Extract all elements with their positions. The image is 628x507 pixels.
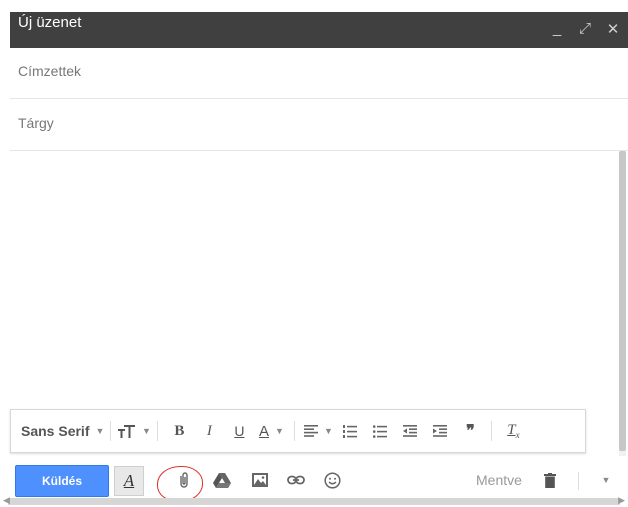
recipients-field[interactable]: Címzettek bbox=[10, 48, 628, 100]
discard-draft-button[interactable] bbox=[538, 466, 562, 494]
formatting-toolbar: Sans Serif ▼ ▼ B I U A ▼ ▼ ❞ Tx bbox=[10, 409, 586, 453]
bold-button[interactable]: B bbox=[164, 410, 194, 452]
quote-icon: ❞ bbox=[466, 423, 475, 440]
font-family-value: Sans Serif bbox=[21, 423, 90, 439]
indent-more-button[interactable] bbox=[425, 410, 455, 452]
photo-icon bbox=[252, 473, 268, 487]
horizontal-scrollbar[interactable]: ◀ ▶ bbox=[3, 495, 625, 505]
remove-formatting-button[interactable]: Tx bbox=[498, 410, 528, 452]
compose-window: Új üzenet _ ⤢ ✕ Címzettek Tárgy Sans Ser… bbox=[0, 0, 628, 507]
message-body[interactable] bbox=[10, 151, 618, 409]
chevron-down-icon: ▼ bbox=[141, 426, 151, 436]
bold-icon: B bbox=[174, 422, 185, 439]
toolbar-divider bbox=[157, 421, 159, 441]
compose-title: Új üzenet bbox=[18, 14, 82, 31]
indent-more-icon bbox=[433, 425, 448, 437]
send-button[interactable]: Küldés bbox=[15, 465, 109, 497]
insert-photo-button[interactable] bbox=[246, 466, 274, 494]
numbered-list-button[interactable] bbox=[335, 410, 365, 452]
insert-emoji-button[interactable] bbox=[318, 466, 346, 494]
window-controls: _ ⤢ ✕ bbox=[550, 20, 620, 38]
font-size-icon bbox=[117, 425, 135, 438]
font-family-select[interactable]: Sans Serif ▼ bbox=[11, 410, 104, 452]
indent-less-button[interactable] bbox=[395, 410, 425, 452]
toolbar-divider bbox=[110, 421, 112, 441]
font-size-button[interactable]: ▼ bbox=[117, 410, 151, 452]
save-status: Mentve bbox=[476, 472, 522, 488]
link-icon bbox=[287, 475, 305, 485]
insert-link-button[interactable] bbox=[282, 466, 310, 494]
toolbar-divider bbox=[294, 421, 296, 441]
trash-icon bbox=[544, 472, 556, 488]
chevron-down-icon: ▼ bbox=[95, 426, 105, 436]
text-format-icon: A bbox=[123, 471, 135, 490]
scrollbar-thumb[interactable] bbox=[619, 151, 626, 451]
underline-icon: U bbox=[234, 423, 245, 439]
close-icon[interactable]: ✕ bbox=[606, 20, 620, 38]
chevron-down-icon: ▼ bbox=[274, 426, 284, 436]
chevron-down-icon: ▼ bbox=[601, 475, 611, 485]
recipients-input[interactable] bbox=[10, 48, 628, 100]
fullscreen-icon[interactable]: ⤢ bbox=[578, 20, 592, 38]
subject-field[interactable]: Tárgy bbox=[10, 100, 628, 152]
scroll-right-icon[interactable]: ▶ bbox=[618, 495, 625, 506]
text-color-button[interactable]: A ▼ bbox=[254, 410, 288, 452]
formatting-options-toggle[interactable]: A bbox=[114, 466, 144, 496]
italic-icon: I bbox=[206, 422, 212, 439]
align-button[interactable]: ▼ bbox=[301, 410, 335, 452]
compose-titlebar[interactable]: Új üzenet _ ⤢ ✕ bbox=[10, 12, 628, 48]
subject-input[interactable] bbox=[10, 100, 628, 152]
highlight-circle bbox=[157, 466, 203, 502]
toolbar-divider bbox=[491, 421, 493, 441]
quote-button[interactable]: ❞ bbox=[455, 410, 485, 452]
remove-formatting-icon: Tx bbox=[507, 422, 520, 440]
underline-button[interactable]: U bbox=[224, 410, 254, 452]
compose-actions-bar: Küldés A Mentve ▼ bbox=[10, 460, 628, 500]
google-drive-icon bbox=[213, 472, 231, 488]
chevron-down-icon: ▼ bbox=[323, 426, 333, 436]
indent-less-icon bbox=[403, 425, 418, 437]
toolbar-divider bbox=[578, 472, 579, 490]
numbered-list-icon bbox=[343, 424, 358, 438]
italic-button[interactable]: I bbox=[194, 410, 224, 452]
minimize-icon[interactable]: _ bbox=[550, 20, 564, 38]
scroll-left-icon[interactable]: ◀ bbox=[3, 495, 10, 506]
emoji-icon bbox=[323, 471, 341, 489]
align-left-icon bbox=[303, 425, 318, 437]
insert-drive-button[interactable] bbox=[208, 466, 236, 494]
bulleted-list-icon bbox=[373, 424, 388, 438]
vertical-scrollbar[interactable] bbox=[619, 151, 626, 456]
text-color-icon: A bbox=[258, 422, 269, 440]
more-options-button[interactable]: ▼ bbox=[594, 466, 618, 494]
bulleted-list-button[interactable] bbox=[365, 410, 395, 452]
